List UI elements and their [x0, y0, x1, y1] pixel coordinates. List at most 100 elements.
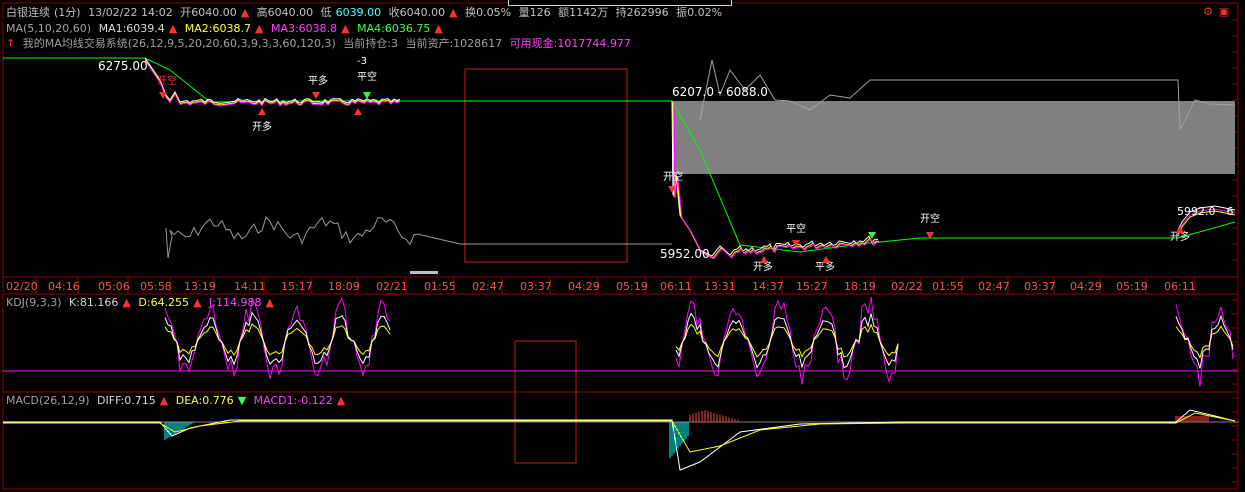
x-tick-label: 14:11 [234, 280, 266, 293]
x-tick-label: 18:19 [844, 280, 876, 293]
volume-value: 量126 [518, 6, 551, 19]
ma3-value: MA3:6038.8 [270, 22, 338, 35]
kdj-j-line [1175, 304, 1234, 387]
position-value: 持262996 [615, 6, 669, 19]
x-tick-label: 02/20 [6, 280, 38, 293]
kdj-d-value: D:64.255 [138, 296, 190, 309]
toggle-icon[interactable]: ▣ [1218, 6, 1230, 18]
signal-arrow-icon [354, 108, 362, 115]
x-tick-label: 05:19 [616, 280, 648, 293]
datetime-label: 13/02/22 14:02 [88, 6, 173, 19]
x-tick-label: 01:55 [424, 280, 456, 293]
x-tick-label: 15:17 [281, 280, 313, 293]
kdj-k-line [1175, 314, 1234, 369]
kdj-j-value: J:114.988 [209, 296, 262, 309]
signal-label: 开空 [920, 212, 940, 225]
x-tick-label: 02/21 [376, 280, 408, 293]
price-annotation: 6275.00 [98, 59, 148, 73]
signal-label: 开多 [252, 120, 272, 133]
x-tick-label: 06:11 [660, 280, 692, 293]
macd-legend: MACD(26,12,9) DIFF:0.715 ▲ DEA:0.776 ▼ MAC… [6, 394, 346, 407]
low-label: 低 [320, 6, 332, 19]
ma-label: MA(5,10,20,60) [6, 22, 92, 35]
system-arrow-icon: ↑ [6, 37, 16, 50]
price-annotation: 5952.00 [660, 247, 710, 261]
x-tick-label: 02:47 [978, 280, 1010, 293]
signal-arrow-icon [760, 256, 768, 263]
x-tick-label: 02/22 [891, 280, 923, 293]
amplitude-value: 振0.02% [676, 6, 723, 19]
price-annotation: 6207.0 - 6088.0 [672, 85, 768, 99]
signal-label: 平空 [786, 222, 806, 235]
system-legend: ↑ 我的MA均线交易系统(26,12,9,5,20,20,60,3,9,3,3,… [6, 37, 635, 51]
macd-diff-value: DIFF:0.715 [97, 394, 156, 407]
signal-arrow-icon [822, 256, 830, 263]
settings-icon[interactable]: ⚙ [1202, 6, 1214, 18]
kdj-k-value: K:81.166 [69, 296, 119, 309]
x-tick-label: 06:11 [1164, 280, 1196, 293]
ma3-line [144, 60, 401, 107]
price-history-line [165, 216, 672, 259]
signal-arrow-icon [1176, 226, 1184, 233]
price-range-band [672, 101, 1235, 174]
macd-macd1-value: MACD1:-0.122 [253, 394, 333, 407]
macd-dea-line [3, 412, 1236, 453]
x-tick-label: 04:29 [1070, 280, 1102, 293]
x-tick-label: 05:58 [140, 280, 172, 293]
low-value: 6039.00 [335, 6, 382, 19]
x-tick-label: 14:37 [752, 280, 784, 293]
x-tick-label: 01:55 [932, 280, 964, 293]
price-annotation: 5992.0 - 6 [1177, 205, 1233, 218]
macd-dea-value: DEA:0.776 [175, 394, 234, 407]
scroll-position-marker[interactable] [410, 271, 438, 274]
kdj-d-line [675, 323, 899, 358]
x-tick-label: 13:19 [184, 280, 216, 293]
x-tick-label: 15:27 [796, 280, 828, 293]
x-tick-label: 03:37 [520, 280, 552, 293]
turnover-value: 换0.05% [465, 6, 512, 19]
x-tick-label: 04:29 [568, 280, 600, 293]
signal-arrow-icon [312, 92, 320, 99]
kdj-label: KDJ(9,3,3) [6, 296, 62, 309]
signal-label: -3 [357, 56, 367, 67]
x-tick-label: 02:47 [472, 280, 504, 293]
open-value: 开6040.00 [180, 6, 237, 19]
x-tick-label: 05:19 [1116, 280, 1148, 293]
holding-value: 当前持仓:3 [343, 37, 398, 50]
x-tick-label: 05:06 [98, 280, 130, 293]
cash-value: 可用现金:1017744.977 [509, 37, 631, 50]
close-value: 收6040.00 [388, 6, 446, 19]
chart-frame [2, 2, 1239, 490]
x-tick-label: 18:09 [328, 280, 360, 293]
kdj-legend: KDJ(9,3,3) K:81.166 ▲ D:64.255 ▲ J:114.988… [6, 296, 274, 309]
high-value: 高6040.00 [256, 6, 314, 19]
signal-label: 开空 [663, 170, 683, 183]
ma4-value: MA4:6036.75 [357, 22, 431, 35]
signal-label: 开空 [157, 74, 177, 87]
kdj-k-line [164, 311, 391, 366]
x-tick-label: 13:31 [704, 280, 736, 293]
macd-diff-line [3, 409, 1236, 471]
signal-arrow-icon [868, 232, 876, 239]
x-tick-label: 04:16 [48, 280, 80, 293]
period-label[interactable]: (1分) [54, 6, 81, 19]
signal-label: 平空 [357, 70, 377, 83]
signal-label: 平多 [308, 74, 328, 87]
macd-label: MACD(26,12,9) [6, 394, 90, 407]
session-box [464, 68, 628, 263]
quote-header: 白银连续 (1分) 13/02/22 14:02 开6040.00 ▲ 高6040.… [6, 6, 723, 19]
session-box [514, 340, 577, 464]
assets-value: 当前资产:1028617 [405, 37, 503, 50]
ma2-value: MA2:6038.7 [184, 22, 251, 35]
kdj-k-line [675, 312, 899, 369]
ma-legend: MA(5,10,20,60) MA1:6039.4 ▲ MA2:6038.7 ▲ M… [6, 22, 443, 35]
signal-arrow-icon [258, 108, 266, 115]
instrument-name[interactable]: 白银连续 [6, 6, 50, 19]
system-label: 我的MA均线交易系统(26,12,9,5,20,20,60,3,9,3,3,60… [22, 37, 336, 50]
x-tick-label: 03:37 [1024, 280, 1056, 293]
signal-arrow-icon [363, 92, 371, 99]
kdj-d-line [1175, 325, 1234, 359]
ma1-value: MA1:6039.4 [98, 22, 165, 35]
chart-canvas[interactable]: 02/20 04:16 05:06 05:58 13:19 14:11 15:17 18:09… [0, 0, 1245, 492]
amount-value: 额1142万 [558, 6, 609, 19]
